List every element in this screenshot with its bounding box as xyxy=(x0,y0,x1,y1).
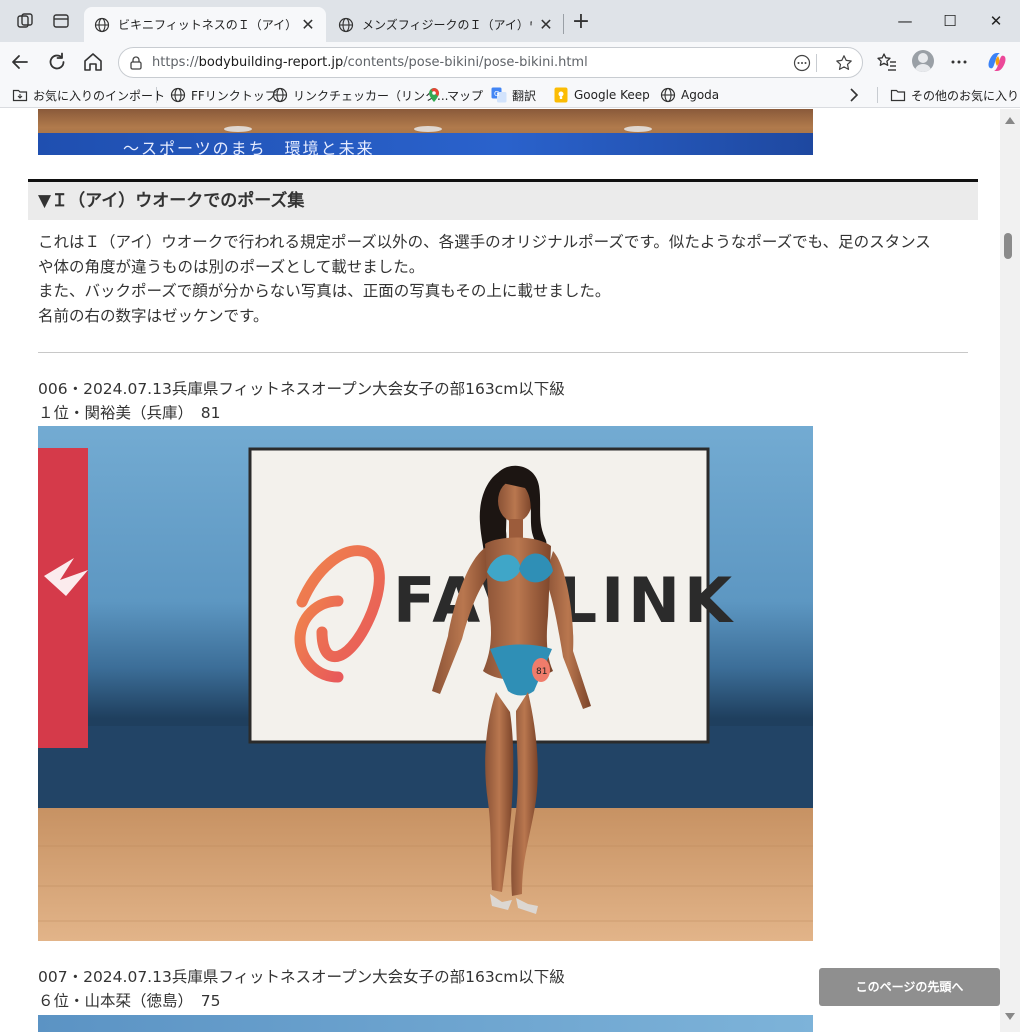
bookmark-label: Google Keep xyxy=(574,88,650,102)
bookmark-label: 翻訳 xyxy=(512,88,537,103)
close-window-button[interactable]: ✕ xyxy=(973,8,1019,34)
bookmark-translate[interactable]: G 翻訳 xyxy=(491,86,536,104)
globe-icon xyxy=(94,17,110,32)
intro-line: これはＩ（アイ）ウオークで行われる規定ポーズ以外の、各選手のオリジナルポーズです… xyxy=(38,233,931,251)
bookmark-label: マップ xyxy=(447,88,484,103)
vertical-tabs-icon[interactable] xyxy=(51,11,71,31)
entry-photo-007[interactable] xyxy=(38,1015,813,1032)
entry-event-line: 007・2024.07.13兵庫県フィットネスオープン大会女子の部163cm以下… xyxy=(38,968,565,986)
globe-icon xyxy=(338,17,354,32)
bookmark-link-checker[interactable]: リンクチェッカー（リンク... xyxy=(272,86,448,104)
banner-text: 〜スポーツのまち 環境と未来 xyxy=(123,139,375,155)
favorite-star-icon[interactable] xyxy=(835,54,853,72)
bookmark-label: Agoda xyxy=(681,88,720,102)
close-tab-icon[interactable]: ✕ xyxy=(538,16,554,33)
bookmark-label: お気に入りのインポート xyxy=(33,88,166,103)
tab-title: ビキニフィットネスのＩ（アイ）ウオークに xyxy=(118,18,294,32)
tab-mens-physique-i-walk[interactable]: メンズフィジークのＩ（アイ）ウオークにお ✕ xyxy=(328,7,564,42)
back-to-top-button[interactable]: このページの先頭へ xyxy=(819,968,1000,1006)
translate-icon: G xyxy=(491,87,507,103)
bookmark-separator xyxy=(156,87,157,103)
intro-line: 名前の右の数字はゼッケンです。 xyxy=(38,306,269,325)
globe-icon xyxy=(660,87,676,103)
bookmark-ff-link-top[interactable]: FFリンクトップ xyxy=(170,86,277,104)
bookmark-import-favorites[interactable]: お気に入りのインポート xyxy=(12,86,165,104)
bookmark-other-favorites[interactable]: その他のお気に入り xyxy=(890,86,1019,104)
bookmark-agoda[interactable]: Agoda xyxy=(660,86,719,104)
back-arrow-icon[interactable] xyxy=(8,50,32,74)
url-host: bodybuilding-report.jp xyxy=(198,55,344,70)
entry-event-line: 006・2024.07.13兵庫県フィットネスオープン大会女子の部163cm以下… xyxy=(38,380,565,398)
lock-icon[interactable] xyxy=(127,54,145,72)
workspaces-icon[interactable] xyxy=(15,11,35,31)
globe-icon xyxy=(272,87,288,103)
folder-icon xyxy=(890,89,906,102)
entry-caption-006: 006・2024.07.13兵庫県フィットネスオープン大会女子の部163cm以下… xyxy=(38,377,565,425)
address-bar[interactable]: https://bodybuilding-report.jp/contents/… xyxy=(118,47,863,78)
minimize-button[interactable]: — xyxy=(882,8,928,34)
profile-avatar[interactable] xyxy=(912,50,934,72)
new-tab-button[interactable]: + xyxy=(569,11,593,35)
tab-title: メンズフィジークのＩ（アイ）ウオークにお xyxy=(362,18,532,32)
url-scheme: https:// xyxy=(152,55,199,70)
page-viewport: 〜スポーツのまち 環境と未来 ▼Ｉ（アイ）ウオークでのポーズ集 これはＩ（アイ）… xyxy=(0,109,1020,1032)
url-path: /contents/pose-bikini/pose-bikini.html xyxy=(343,55,588,70)
copilot-icon[interactable] xyxy=(985,50,1009,74)
omnibox-separator xyxy=(816,54,817,72)
athlete-photo: FAV LINK 81 xyxy=(38,426,813,941)
close-tab-icon[interactable]: ✕ xyxy=(300,16,316,33)
address-toolbar: https://bodybuilding-report.jp/contents/… xyxy=(0,42,1020,82)
entry-athlete-line: ６位・山本栞（徳島） 75 xyxy=(38,992,221,1010)
keep-icon xyxy=(554,87,568,103)
map-pin-icon xyxy=(429,88,439,102)
vertical-scrollbar[interactable] xyxy=(1000,109,1020,1032)
url-text[interactable]: https://bodybuilding-report.jp/contents/… xyxy=(152,55,588,70)
bib-number: 81 xyxy=(536,667,547,677)
stage-banner: 〜スポーツのまち 環境と未来 xyxy=(38,133,813,155)
section-heading: ▼Ｉ（アイ）ウオークでのポーズ集 xyxy=(28,182,978,220)
tab-bikini-i-walk[interactable]: ビキニフィットネスのＩ（アイ）ウオークに ✕ xyxy=(84,7,326,42)
scroll-down-arrow-icon[interactable] xyxy=(1005,1013,1015,1020)
intro-line: や体の角度が違うものは別のポーズとして載せました。 xyxy=(38,257,425,276)
tab-strip: ビキニフィットネスのＩ（アイ）ウオークに ✕ メンズフィジークのＩ（アイ）ウオー… xyxy=(0,0,1020,42)
bookmark-separator xyxy=(877,87,878,103)
more-tools-icon[interactable] xyxy=(793,54,811,72)
globe-icon xyxy=(170,87,186,103)
scroll-up-arrow-icon[interactable] xyxy=(1005,117,1015,124)
maximize-button[interactable]: ☐ xyxy=(927,8,973,34)
entry-caption-007: 007・2024.07.13兵庫県フィットネスオープン大会女子の部163cm以下… xyxy=(38,965,565,1013)
settings-more-icon[interactable] xyxy=(947,50,971,74)
bookmark-google-keep[interactable]: Google Keep xyxy=(553,86,650,104)
bookmark-label: その他のお気に入り xyxy=(911,88,1020,103)
import-folder-icon xyxy=(12,89,28,102)
chevron-right-icon[interactable] xyxy=(846,86,862,104)
scrollbar-thumb[interactable] xyxy=(1004,233,1012,259)
svg-text:G: G xyxy=(494,90,499,98)
bookmark-label: FFリンクトップ xyxy=(191,88,277,103)
home-icon[interactable] xyxy=(81,50,105,74)
previous-entry-photo[interactable]: 〜スポーツのまち 環境と未来 xyxy=(38,109,813,155)
favorites-bar: お気に入りのインポート FFリンクトップ リンクチェッカー（リンク... マップ… xyxy=(0,82,1020,108)
stage-floor-graphic xyxy=(224,126,652,132)
bookmark-maps[interactable]: マップ xyxy=(426,86,483,104)
favorites-icon[interactable] xyxy=(875,50,899,74)
tab-separator xyxy=(563,14,564,34)
section-intro: これはＩ（アイ）ウオークで行われる規定ポーズ以外の、各選手のオリジナルポーズです… xyxy=(38,230,973,328)
section-divider xyxy=(38,352,968,353)
intro-line: また、バックポーズで顔が分からない写真は、正面の写真もその上に載せました。 xyxy=(38,282,611,300)
entry-photo-006[interactable]: FAV LINK 81 xyxy=(38,426,813,941)
refresh-icon[interactable] xyxy=(45,50,69,74)
entry-athlete-line: １位・関裕美（兵庫） 81 xyxy=(38,404,221,422)
